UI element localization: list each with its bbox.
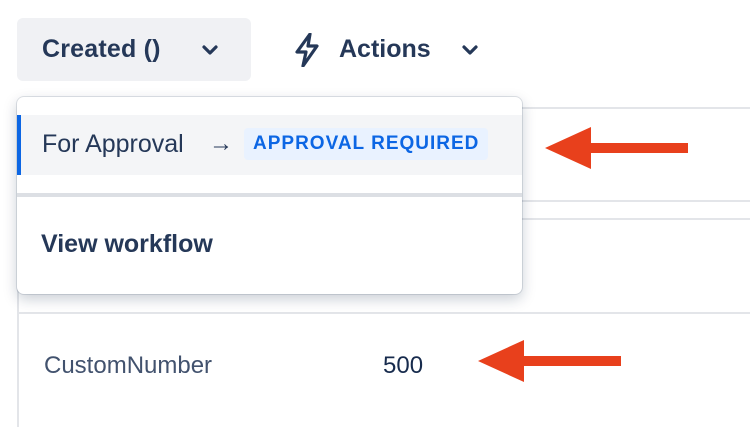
field-value-customnumber[interactable]: 500 bbox=[383, 352, 423, 380]
approval-required-badge: APPROVAL REQUIRED bbox=[244, 128, 489, 160]
right-arrow-icon: → bbox=[209, 130, 233, 157]
lightning-bolt-icon bbox=[295, 33, 319, 67]
field-label-customnumber: CustomNumber bbox=[44, 352, 213, 379]
annotation-arrow-icon bbox=[545, 127, 688, 169]
menu-item-view-workflow[interactable]: View workflow bbox=[17, 197, 522, 294]
status-button[interactable]: Created () bbox=[17, 18, 251, 81]
chevron-down-icon bbox=[202, 45, 218, 55]
view-workflow-label: View workflow bbox=[41, 230, 213, 258]
transition-name: For Approval bbox=[42, 130, 184, 158]
menu-item-for-approval[interactable]: For Approval → APPROVAL REQUIRED bbox=[17, 115, 522, 175]
status-label: Created () bbox=[42, 35, 161, 63]
actions-dropdown-menu: For Approval → APPROVAL REQUIRED View wo… bbox=[17, 97, 522, 294]
table-row: CustomNumber 500 bbox=[17, 314, 750, 420]
chevron-down-icon bbox=[462, 45, 478, 55]
actions-label: Actions bbox=[339, 35, 431, 63]
actions-button[interactable]: Actions bbox=[285, 18, 495, 81]
annotation-arrow-icon bbox=[478, 340, 621, 382]
